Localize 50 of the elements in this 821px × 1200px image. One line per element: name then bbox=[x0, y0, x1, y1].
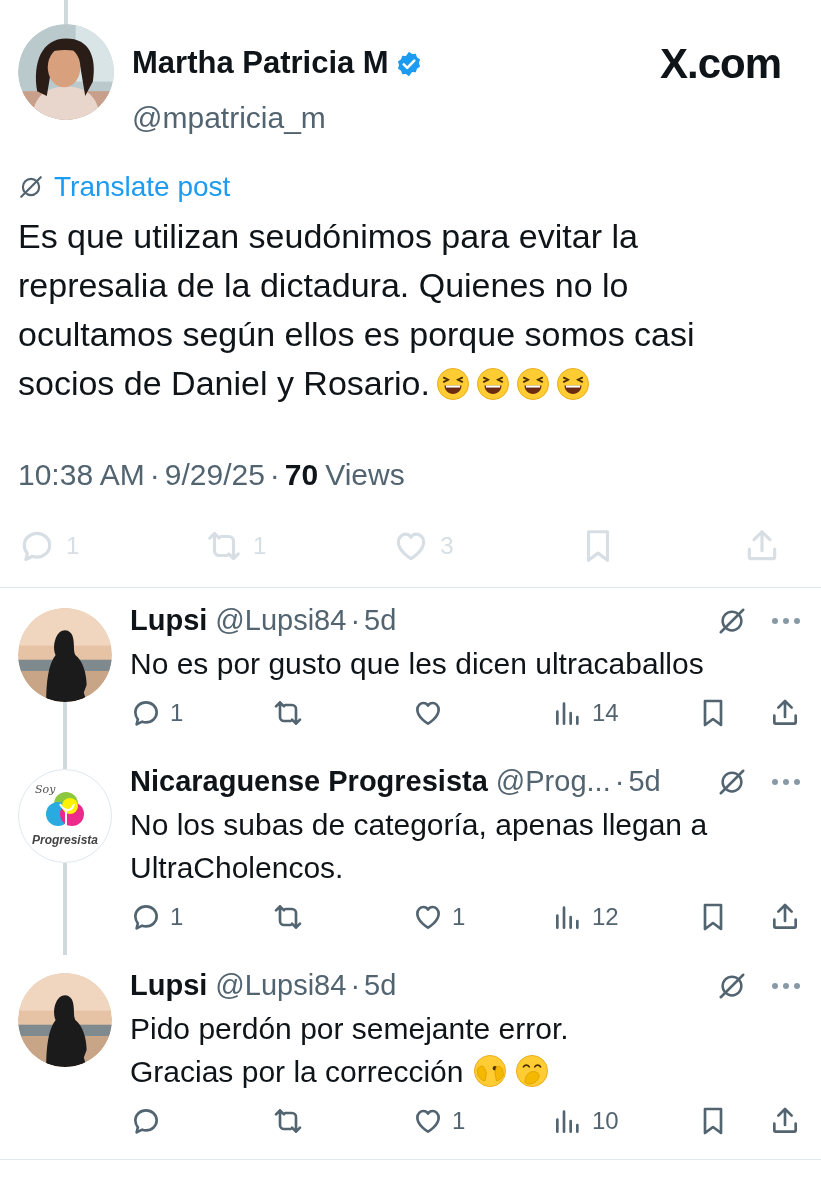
laughing-face-icon bbox=[435, 367, 470, 401]
author-name[interactable]: Lupsi bbox=[130, 599, 208, 643]
post-date: 9/29/25 bbox=[164, 457, 265, 493]
translate-icon[interactable] bbox=[717, 971, 747, 1001]
views-button[interactable]: 14 bbox=[552, 695, 619, 731]
reply-row[interactable]: Lupsi @Lupsi84·5d No es por gusto que les dicen ultracaballos 1 14 bbox=[0, 590, 821, 751]
author-handle[interactable]: @Lupsi84 bbox=[215, 964, 347, 1008]
reply-button[interactable]: 1 bbox=[130, 695, 184, 731]
logo-text: Soy bbox=[35, 782, 56, 798]
more-icon[interactable] bbox=[771, 982, 801, 990]
views-button[interactable]: 10 bbox=[552, 1103, 619, 1139]
laughing-face-icon bbox=[515, 367, 550, 401]
views-button[interactable]: 12 bbox=[552, 899, 619, 935]
author-handle[interactable]: @Prog... bbox=[495, 760, 611, 804]
author-name[interactable]: Nicaraguense Progresista bbox=[130, 760, 488, 804]
post-text: Es que utilizan seudónimos para evitar la represalia de la dictadura. Quienes no lo ocultamos según ellos es porque somos casi socios de Daniel y Rosario. bbox=[18, 216, 696, 404]
reply-text: Pido perdón por semejante error. Gracias por la corrección bbox=[130, 1011, 570, 1090]
post-time[interactable]: 5d bbox=[628, 760, 661, 804]
post-time[interactable]: 5d bbox=[364, 964, 397, 1008]
reply-row[interactable]: Soy Progresista Nicaraguense Progresista @Prog...·5d No los subas de categoría, apenas llegan a UltraCholencos. 1 1 12 bbox=[0, 751, 821, 955]
author-handle[interactable]: @Lupsi84 bbox=[215, 599, 347, 643]
laughing-face-icon bbox=[475, 367, 510, 401]
peeking-face-icon bbox=[473, 1054, 508, 1088]
hand-over-mouth-face-icon bbox=[515, 1054, 550, 1088]
site-logo: X.com bbox=[659, 39, 781, 89]
separator-dot: · bbox=[614, 764, 625, 800]
post-time[interactable]: 5d bbox=[364, 599, 397, 643]
reply-row[interactable]: Lupsi @Lupsi84·5d Pido perdón por semejante error. Gracias por la corrección 1 10 bbox=[0, 955, 821, 1159]
translate-icon[interactable] bbox=[18, 174, 44, 200]
post-time: 10:38 AM bbox=[18, 457, 145, 493]
author-handle[interactable]: @mpatricia_m bbox=[132, 95, 781, 140]
more-icon[interactable] bbox=[771, 778, 801, 786]
translate-icon[interactable] bbox=[717, 606, 747, 636]
separator-dot: · bbox=[149, 457, 160, 493]
more-icon[interactable] bbox=[771, 617, 801, 625]
like-button[interactable]: 1 bbox=[412, 899, 466, 935]
logo-text: Progresista bbox=[32, 834, 98, 846]
separator-dot: · bbox=[350, 968, 361, 1004]
laughing-face-icon bbox=[555, 367, 590, 401]
reply-text: No es por gusto que les dicen ultracaballos bbox=[130, 646, 705, 682]
views-label: Views bbox=[325, 457, 405, 493]
reply-button[interactable]: 1 bbox=[130, 899, 184, 935]
translate-icon[interactable] bbox=[717, 767, 747, 797]
separator-dot: · bbox=[350, 603, 361, 639]
like-button[interactable]: 1 bbox=[412, 1103, 466, 1139]
separator-dot: · bbox=[269, 457, 280, 493]
author-name[interactable]: Martha Patricia M bbox=[132, 40, 389, 87]
view-count: 70 bbox=[284, 457, 319, 493]
reply-text: No los subas de categoría, apenas llegan a UltraCholencos. bbox=[130, 807, 709, 886]
author-name[interactable]: Lupsi bbox=[130, 964, 208, 1008]
